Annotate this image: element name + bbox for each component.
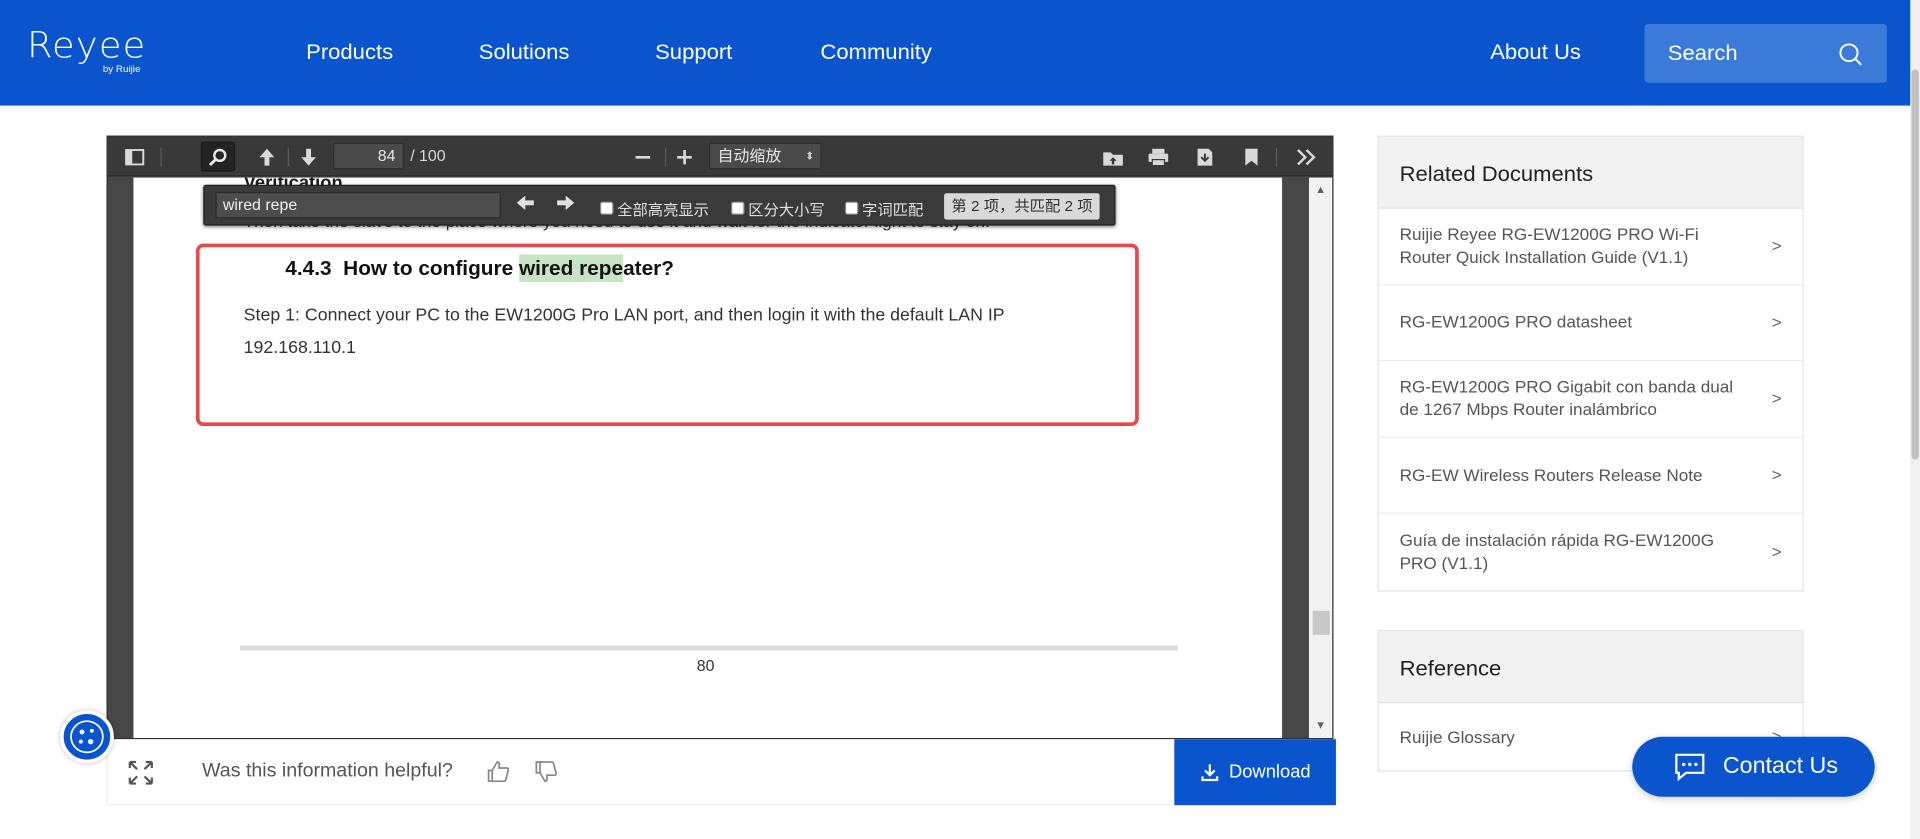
related-documents-panel: Related Documents Ruijie Reyee RG-EW1200… <box>1377 135 1804 592</box>
checkbox-box <box>600 201 614 215</box>
nav-support[interactable]: Support <box>655 40 732 65</box>
save-icon[interactable] <box>1188 142 1222 172</box>
scroll-up-icon[interactable]: ▲ <box>1315 184 1326 196</box>
find-icon[interactable] <box>200 141 236 172</box>
find-bar: wired repe 全部高亮显示 区分大小写 字词匹配 第 2 项，共匹配 2… <box>203 184 1116 226</box>
pdf-toolbar: 84 / 100 自动缩放 ⬍ <box>107 136 1333 177</box>
related-document-item[interactable]: RG-EW1200G PRO datasheet > <box>1378 285 1803 362</box>
annotation-highlight-box <box>195 243 1139 427</box>
thumbs-down-icon[interactable] <box>534 760 558 784</box>
thumbs-up-icon[interactable] <box>486 760 510 784</box>
page-number-input[interactable]: 84 <box>333 142 405 170</box>
match-case-label: 区分大小写 <box>748 201 825 219</box>
match-case-checkbox[interactable]: 区分大小写 <box>731 197 825 220</box>
nav-community[interactable]: Community <box>820 40 931 65</box>
feedback-bar: Was this information helpful? Download <box>106 739 1336 806</box>
toolbar-separator <box>160 147 162 167</box>
next-page-icon[interactable] <box>291 142 325 172</box>
find-result-count: 第 2 项，共匹配 2 项 <box>944 193 1100 220</box>
previous-page-icon[interactable] <box>250 142 284 172</box>
select-arrows-icon: ⬍ <box>805 150 815 162</box>
toolbar-separator <box>287 147 289 167</box>
open-file-icon[interactable] <box>1096 142 1130 172</box>
cookie-settings-button[interactable] <box>60 710 114 764</box>
download-label: Download <box>1228 762 1311 783</box>
chevron-right-icon: > <box>1771 312 1782 332</box>
sidebar-toggle-icon[interactable] <box>118 142 152 172</box>
header-search[interactable]: Search <box>1644 24 1887 83</box>
zoom-value: 自动缩放 <box>717 146 782 165</box>
whole-words-checkbox[interactable]: 字词匹配 <box>844 197 924 220</box>
scroll-down-icon[interactable]: ▼ <box>1315 719 1326 731</box>
zoom-out-icon[interactable] <box>626 142 660 172</box>
related-document-label: RG-EW Wireless Routers Release Note <box>1399 465 1703 485</box>
search-label: Search <box>1667 40 1738 65</box>
pdf-viewer: 84 / 100 自动缩放 ⬍ 4.4.3 How to configure w… <box>106 135 1334 740</box>
reyee-logo[interactable]: Reyee by Ruijie <box>26 25 162 79</box>
logo-subtitle: by Ruijie <box>102 63 141 75</box>
nav-about-us[interactable]: About Us <box>1490 40 1581 65</box>
feedback-question: Was this information helpful? <box>202 760 453 782</box>
chevron-right-icon: > <box>1771 388 1782 408</box>
logo-wordmark: Reyee <box>26 25 147 68</box>
related-document-item[interactable]: Ruijie Reyee RG-EW1200G PRO Wi-Fi Router… <box>1378 209 1803 286</box>
page-scrollbar[interactable] <box>1910 0 1920 839</box>
download-icon <box>1200 763 1218 781</box>
nav-products[interactable]: Products <box>306 40 393 65</box>
related-document-item[interactable]: RG-EW Wireless Routers Release Note > <box>1378 438 1803 515</box>
chevron-right-icon: > <box>1771 465 1782 485</box>
chat-icon <box>1675 753 1705 782</box>
find-next-icon[interactable] <box>550 193 582 219</box>
toolbar-separator <box>1275 147 1278 167</box>
nav-solutions[interactable]: Solutions <box>479 40 570 65</box>
fullscreen-icon[interactable] <box>127 760 154 786</box>
print-icon[interactable] <box>1141 142 1175 172</box>
related-document-item[interactable]: Guía de instalación rápida RG-EW1200G PR… <box>1379 514 1803 590</box>
related-document-label: RG-EW1200G PRO Gigabit con banda dual de… <box>1399 377 1734 420</box>
highlight-all-label: 全部高亮显示 <box>617 201 710 219</box>
reference-title: Reference <box>1378 631 1803 704</box>
contact-us-button[interactable]: Contact Us <box>1632 736 1875 797</box>
pdf-scrollbar-thumb[interactable] <box>1312 610 1330 635</box>
pdf-page: Verification Then take the slave to the … <box>133 177 1283 738</box>
find-previous-icon[interactable] <box>509 193 541 219</box>
page-footer-number: 80 <box>696 656 715 675</box>
chevron-right-icon: > <box>1771 236 1782 256</box>
bookmark-icon[interactable] <box>1234 142 1268 172</box>
checkbox-box <box>844 201 859 215</box>
related-document-label: Ruijie Reyee RG-EW1200G PRO Wi-Fi Router… <box>1399 224 1699 267</box>
toolbar-separator <box>664 147 667 167</box>
tools-menu-icon[interactable] <box>1289 142 1323 172</box>
page-total: / 100 <box>410 146 446 165</box>
related-documents-title: Related Documents <box>1378 136 1803 209</box>
whole-words-label: 字词匹配 <box>862 201 924 219</box>
download-button[interactable]: Download <box>1174 739 1336 806</box>
cookie-icon <box>70 720 104 754</box>
reference-label: Ruijie Glossary <box>1399 726 1515 746</box>
contact-us-label: Contact Us <box>1722 753 1838 779</box>
find-input[interactable]: wired repe <box>215 192 501 219</box>
related-document-item[interactable]: RG-EW1200G PRO Gigabit con banda dual de… <box>1378 361 1803 438</box>
page: Reyee by Ruijie Products Solutions Suppo… <box>0 0 1920 839</box>
zoom-in-icon[interactable] <box>667 142 701 172</box>
page-footer-rule <box>240 645 1178 651</box>
search-icon <box>1839 43 1862 66</box>
checkbox-box <box>731 201 745 215</box>
related-document-label: RG-EW1200G PRO datasheet <box>1399 312 1633 332</box>
chevron-right-icon: > <box>1771 542 1782 562</box>
pdf-scrollbar[interactable]: ▲ ▼ <box>1308 177 1333 738</box>
related-document-label: Guía de instalación rápida RG-EW1200G PR… <box>1399 530 1715 573</box>
zoom-select[interactable]: 自动缩放 ⬍ <box>708 142 822 170</box>
highlight-all-checkbox[interactable]: 全部高亮显示 <box>600 197 709 220</box>
page-scrollbar-thumb[interactable] <box>1911 69 1919 460</box>
site-header: Reyee by Ruijie Products Solutions Suppo… <box>0 0 1920 106</box>
